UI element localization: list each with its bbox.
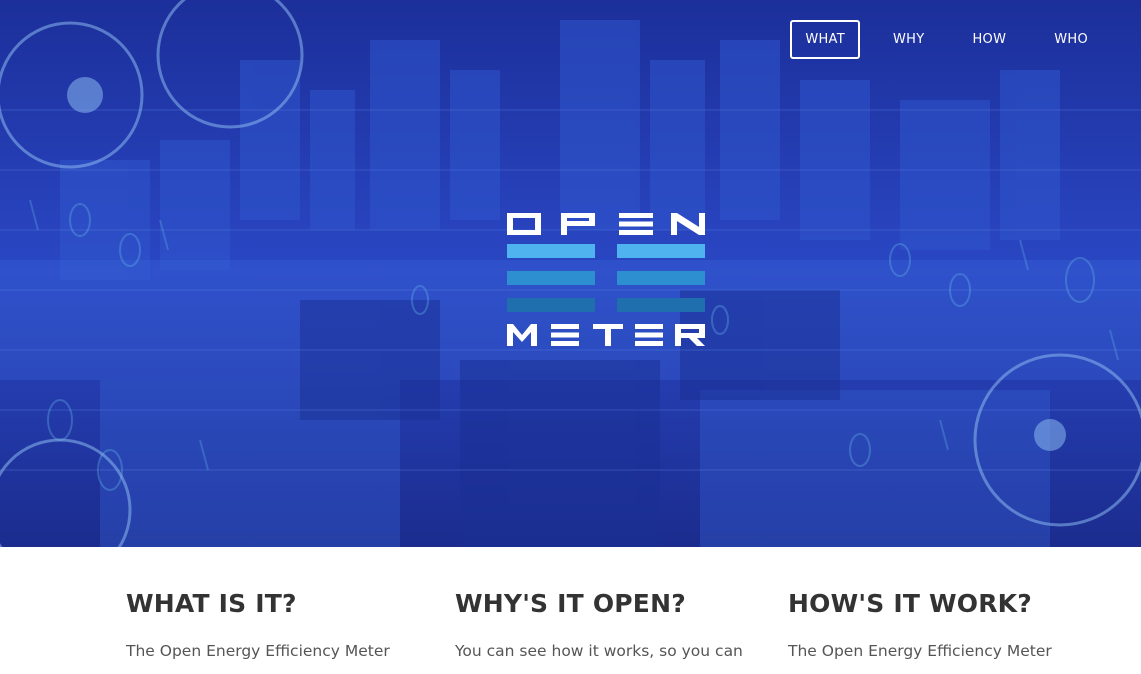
top-nav: WHAT WHY HOW WHO: [772, 20, 1103, 59]
nav-how[interactable]: HOW: [957, 20, 1021, 59]
what-column: WHAT IS IT? The Open Energy Efficiency M…: [126, 589, 390, 660]
what-text: The Open Energy Efficiency Meter: [126, 642, 390, 660]
how-heading: HOW'S IT WORK?: [788, 589, 1032, 618]
open-meter-logo: [507, 213, 705, 346]
intro-section: WHAT IS IT? The Open Energy Efficiency M…: [0, 547, 1141, 674]
nav-who[interactable]: WHO: [1039, 20, 1103, 59]
why-heading: WHY'S IT OPEN?: [455, 589, 686, 618]
nav-what[interactable]: WHAT: [790, 20, 860, 59]
hero-banner: WHAT WHY HOW WHO: [0, 0, 1141, 547]
what-heading: WHAT IS IT?: [126, 589, 297, 618]
why-column: WHY'S IT OPEN? You can see how it works,…: [455, 589, 743, 660]
nav-why[interactable]: WHY: [878, 20, 939, 59]
why-text: You can see how it works, so you can: [455, 642, 743, 660]
how-column: HOW'S IT WORK? The Open Energy Efficienc…: [788, 589, 1052, 660]
how-text: The Open Energy Efficiency Meter: [788, 642, 1052, 660]
